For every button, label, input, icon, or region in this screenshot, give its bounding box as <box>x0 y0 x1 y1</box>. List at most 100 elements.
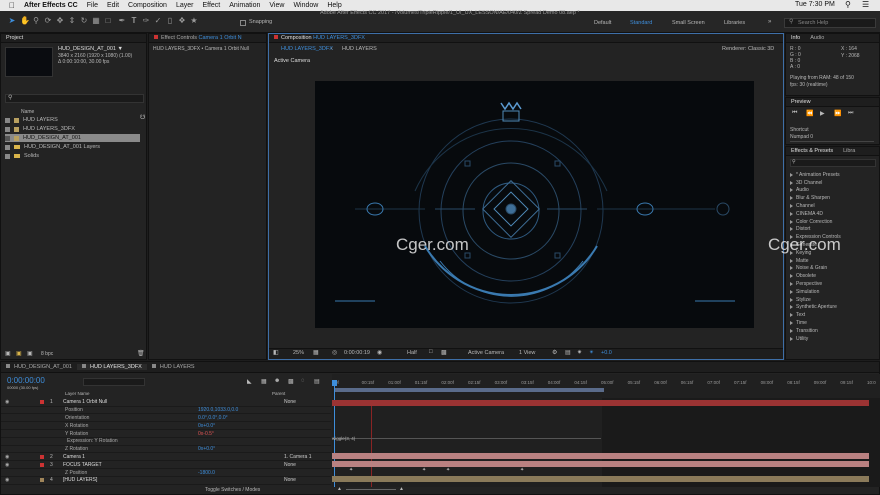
trash-icon[interactable]: 🗑 <box>137 350 145 357</box>
menu-edit[interactable]: Edit <box>107 2 119 9</box>
orbit-tool-icon[interactable]: ⟳ <box>44 17 52 25</box>
expand-arrow-icon[interactable] <box>790 172 793 177</box>
layer-label-color[interactable] <box>40 439 44 443</box>
views-dropdown[interactable]: 1 View <box>519 350 535 356</box>
prev-frame-icon[interactable]: ⏪ <box>806 110 813 117</box>
grid-icon[interactable]: ▦ <box>313 349 319 356</box>
expand-arrow-icon[interactable] <box>790 274 793 279</box>
project-folder[interactable]: Solids <box>5 152 39 160</box>
expand-arrow-icon[interactable] <box>790 258 793 263</box>
property-name[interactable]: Z Position <box>65 470 87 476</box>
hand-tool-icon[interactable]: ✋ <box>20 17 30 25</box>
dolly-tool-icon[interactable]: ⇕ <box>68 17 76 25</box>
property-name[interactable]: Y Rotation <box>65 431 88 437</box>
timeline-row[interactable]: X Rotation 0x+0.0° <box>1 422 331 431</box>
effects-category-item[interactable]: * Animation Presets <box>790 171 840 179</box>
timeline-row[interactable]: Z Rotation 0x+0.0° <box>1 446 331 454</box>
visibility-eye-icon[interactable]: ◉ <box>5 462 9 468</box>
view-dropdown[interactable]: Active Camera <box>468 350 504 356</box>
menu-animation[interactable]: Animation <box>229 2 260 9</box>
exposure-icon[interactable]: ✴ <box>589 349 594 356</box>
timeline-icon[interactable]: ▤ <box>565 349 571 356</box>
new-comp-icon[interactable]: ▣ <box>27 350 33 357</box>
effects-category-item[interactable]: Matte <box>790 257 809 265</box>
expand-arrow-icon[interactable] <box>790 313 793 318</box>
effects-search[interactable] <box>790 159 876 167</box>
tab-timeline-hud[interactable]: HUD LAYERS <box>147 364 200 370</box>
tab-libraries[interactable]: Libra <box>838 148 860 154</box>
effects-category-item[interactable]: Blur & Sharpen <box>790 194 830 202</box>
workspace-small-screen[interactable]: Small Screen <box>672 20 705 26</box>
menu-layer[interactable]: Layer <box>176 2 194 9</box>
col-layer-name[interactable]: Layer Name <box>65 391 90 396</box>
tab-preview[interactable]: Preview <box>786 99 816 105</box>
tab-composition[interactable]: Composition HUD LAYERS_3DFX <box>269 35 370 41</box>
zoom-dropdown[interactable]: 25% <box>293 350 304 356</box>
property-value[interactable]: 0x+0.0° <box>198 446 215 452</box>
expand-arrow-icon[interactable] <box>790 282 793 287</box>
effects-category-item[interactable]: Simulation <box>790 288 819 296</box>
expand-arrow-icon[interactable] <box>790 336 793 341</box>
menu-view[interactable]: View <box>269 2 284 9</box>
layer-label-color[interactable] <box>40 432 44 436</box>
timeline-row[interactable]: ◉ 1 Camera 1 Orbit Null None <box>1 399 331 407</box>
pan-tool-icon[interactable]: ✥ <box>56 17 64 25</box>
rectangle-tool-icon[interactable]: □ <box>104 17 112 25</box>
expand-arrow-icon[interactable] <box>790 204 793 209</box>
expression-text[interactable]: wiggle(3, 4) <box>332 436 355 441</box>
layer-label-color[interactable] <box>40 471 44 475</box>
keyframe-icon[interactable]: ✦ <box>520 467 524 473</box>
timeline-row[interactable]: ◉ 2 Camera 1 1. Camera 1 <box>1 454 331 462</box>
expand-arrow-icon[interactable] <box>790 219 793 224</box>
property-name[interactable]: X Rotation <box>65 423 88 429</box>
expand-arrow-icon[interactable] <box>790 211 793 216</box>
menu-composition[interactable]: Composition <box>128 2 167 9</box>
effects-category-item[interactable]: Transition <box>790 327 818 335</box>
property-value[interactable]: -1800.0 <box>198 470 215 476</box>
roto-tool-icon[interactable]: ❖ <box>178 17 186 25</box>
flowchart-icon[interactable]: ✷ <box>577 349 582 356</box>
expand-arrow-icon[interactable] <box>790 196 793 201</box>
layer-name[interactable]: [HUD LAYERS] <box>63 477 97 483</box>
effects-category-item[interactable]: Color Correction <box>790 218 832 226</box>
menu-help[interactable]: Help <box>327 2 341 9</box>
layer-label-color[interactable] <box>40 400 44 405</box>
tab-timeline-3dfx[interactable]: HUD LAYERS_3DFX <box>76 364 147 370</box>
layer-bar[interactable] <box>332 453 869 459</box>
transparency-icon[interactable]: ▩ <box>441 349 447 356</box>
effects-category-item[interactable]: Utility <box>790 335 808 343</box>
layer-name[interactable]: Camera 1 <box>63 454 85 460</box>
timeline-timecode[interactable]: 0:00:00:00 <box>7 376 45 385</box>
tab-effects-presets[interactable]: Effects & Presets <box>786 148 838 154</box>
zoom-out-icon[interactable]: ▲ <box>337 486 342 492</box>
property-value[interactable]: 1920.0,1033.0,0.0 <box>198 407 238 413</box>
layer-label-color[interactable] <box>40 454 44 459</box>
workspace-standard[interactable]: Standard <box>630 20 652 26</box>
keyframe-icon[interactable]: ✦ <box>349 467 353 473</box>
pan-behind-tool-icon[interactable]: ▦ <box>92 17 100 25</box>
comp-subtab-3dfx[interactable]: HUD LAYERS_3DFX <box>281 46 333 52</box>
effects-category-item[interactable]: Time <box>790 319 807 327</box>
motion-blur-icon[interactable]: ◌ <box>301 378 305 384</box>
project-search[interactable] <box>5 94 144 103</box>
shy-icon[interactable]: ☻ <box>274 378 280 384</box>
snapping-checkbox[interactable] <box>240 20 246 26</box>
play-icon[interactable]: ▶ <box>820 110 825 117</box>
col-parent[interactable]: Parent <box>272 391 285 396</box>
search-icon[interactable]: ⚲ <box>845 0 851 9</box>
graph-editor-icon[interactable]: ▤ <box>314 378 320 385</box>
workspace-more-icon[interactable]: » <box>768 19 771 25</box>
effects-category-item[interactable]: Synthetic Aperture <box>790 304 837 312</box>
timeline-row[interactable]: ◉ 3 FOCUS TARGET None <box>1 461 331 470</box>
effects-category-item[interactable]: Audio <box>790 187 809 195</box>
layer-bar[interactable] <box>332 476 869 482</box>
effects-category-item[interactable]: Channel <box>790 202 815 210</box>
project-item-selected[interactable]: HUD_DESIGN_AT_001 <box>5 134 140 142</box>
visibility-eye-icon[interactable]: ◉ <box>5 399 9 405</box>
apple-icon[interactable]:  <box>9 1 15 10</box>
comp-mini-flowchart-icon[interactable]: ◣ <box>247 378 252 385</box>
last-frame-icon[interactable]: ⏭ <box>848 110 853 117</box>
clone-tool-icon[interactable]: ✓ <box>154 17 162 25</box>
keyframe-icon[interactable]: ✦ <box>422 467 426 473</box>
puppet-tool-icon[interactable]: ★ <box>190 17 198 25</box>
